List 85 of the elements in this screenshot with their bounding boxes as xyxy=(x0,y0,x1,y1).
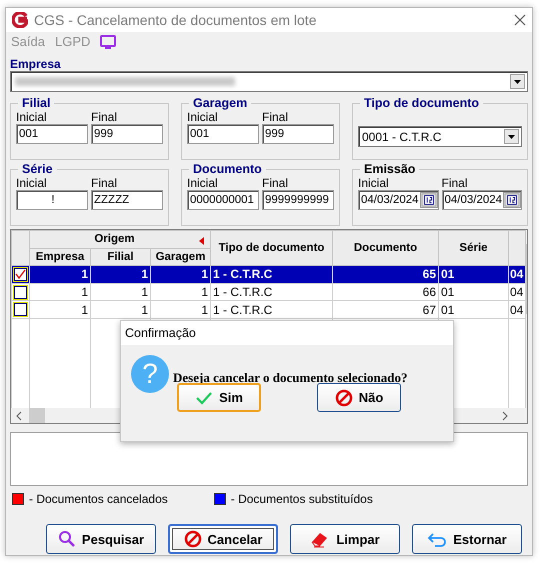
table-cell: 1 xyxy=(90,266,150,284)
group-title: Tipo de documento xyxy=(363,96,480,110)
table-cell: 65 xyxy=(332,266,438,284)
final-field[interactable]: ZZZZZ xyxy=(91,190,163,210)
column-header[interactable]: Empresa xyxy=(30,248,90,266)
column-header[interactable]: Série xyxy=(438,230,508,266)
final-label: Final xyxy=(262,110,290,124)
calendar-icon[interactable] xyxy=(420,192,438,208)
final-field[interactable]: 999 xyxy=(262,124,334,144)
group-title: Filial xyxy=(21,96,52,110)
initial-label: Inicial xyxy=(16,176,48,190)
group-title: Garagem xyxy=(192,96,248,110)
scroll-left-icon[interactable] xyxy=(15,410,23,420)
dropdown-arrow-icon[interactable] xyxy=(514,80,521,84)
table-cell: 1 xyxy=(30,266,90,284)
company-label: Empresa xyxy=(10,57,62,71)
return-arrow-icon xyxy=(427,531,448,547)
table-cell: 01 xyxy=(438,266,508,284)
checkbox[interactable] xyxy=(14,268,27,281)
final-label: Final xyxy=(262,176,290,190)
yes-button[interactable]: Sim xyxy=(177,383,261,412)
initial-label: Inicial xyxy=(187,110,219,124)
initial-field[interactable]: 001 xyxy=(187,124,259,144)
final-label: Final xyxy=(91,110,118,124)
search-icon xyxy=(58,530,76,548)
column-header[interactable]: Filial xyxy=(90,248,150,266)
column-header[interactable]: Tipo de documento xyxy=(210,230,332,266)
group-title: Série xyxy=(21,162,54,176)
table-cell: 1 xyxy=(150,283,210,301)
initial-field[interactable]: 0000000001 xyxy=(187,190,259,210)
initial-label: Inicial xyxy=(16,110,48,124)
checkmark-icon xyxy=(195,390,214,404)
date-field[interactable]: 04/03/2024 xyxy=(442,190,522,210)
no-button[interactable]: Não xyxy=(317,383,401,412)
table-cell: 66 xyxy=(332,283,438,301)
final-label: Final xyxy=(442,176,469,190)
table-cell: 1 - C.T.R.C xyxy=(210,283,332,301)
legend-label: - Documentos substituídos xyxy=(230,492,373,506)
column-header[interactable]: Documento xyxy=(332,230,438,266)
final-field[interactable]: 999 xyxy=(91,124,163,144)
initial-field[interactable]: ! xyxy=(16,190,88,210)
table-cell: 1 - C.T.R.C xyxy=(210,300,332,318)
window-title: CGS - Cancelamento de documentos em lote xyxy=(34,12,318,28)
final-field[interactable]: 9999999999 xyxy=(262,190,334,210)
prohibited-icon xyxy=(184,530,202,548)
document-type-dropdown[interactable]: 0001 - C.T.R.C xyxy=(358,126,522,147)
table-cell: 67 xyxy=(332,300,438,318)
question-icon: ? xyxy=(131,355,169,393)
table-cell: 1 xyxy=(90,283,150,301)
dialog-message: Deseja cancelar o documento selecionado? xyxy=(173,370,408,386)
app-logo-icon xyxy=(12,12,28,28)
table-cell: 1 xyxy=(150,266,210,284)
dropdown-arrow-icon[interactable] xyxy=(508,134,515,138)
date-field[interactable]: 04/03/2024 xyxy=(358,190,438,210)
table-cell: 1 xyxy=(30,300,90,318)
company-dropdown[interactable] xyxy=(10,71,528,92)
final-label: Final xyxy=(91,176,118,190)
scrollbar-thumb[interactable] xyxy=(29,408,45,423)
column-header[interactable]: Garagem xyxy=(150,248,210,266)
column-group-header: Origem xyxy=(30,230,210,248)
initial-field[interactable]: 001 xyxy=(16,124,88,144)
legend-label: - Documentos cancelados xyxy=(29,492,168,506)
monitor-icon[interactable] xyxy=(100,34,116,48)
scroll-right-icon[interactable] xyxy=(501,410,509,420)
search-button[interactable]: Pesquisar xyxy=(46,524,156,554)
table-cell: 1 xyxy=(30,283,90,301)
initial-label: Inicial xyxy=(187,176,219,190)
table-cell: 1 xyxy=(150,300,210,318)
cancel-button[interactable]: Cancelar xyxy=(168,524,278,554)
dialog-title: Confirmação xyxy=(121,321,453,345)
undo-button[interactable]: Estornar xyxy=(412,524,522,554)
clear-button[interactable]: Limpar xyxy=(290,524,400,554)
table-cell: 1 xyxy=(90,300,150,318)
group-title: Documento xyxy=(192,162,263,176)
calendar-icon[interactable] xyxy=(503,192,521,208)
prohibited-icon xyxy=(334,388,353,406)
initial-label: Inicial xyxy=(358,176,390,190)
table-cell: 01 xyxy=(438,283,508,301)
table-cell: 01 xyxy=(438,300,508,318)
sort-arrow-icon xyxy=(199,237,204,246)
checkbox[interactable] xyxy=(14,303,27,316)
group-title: Emissão xyxy=(363,162,416,176)
table-cell: 1 - C.T.R.C xyxy=(210,266,332,284)
checkbox[interactable] xyxy=(14,286,27,299)
close-icon[interactable] xyxy=(514,14,526,26)
